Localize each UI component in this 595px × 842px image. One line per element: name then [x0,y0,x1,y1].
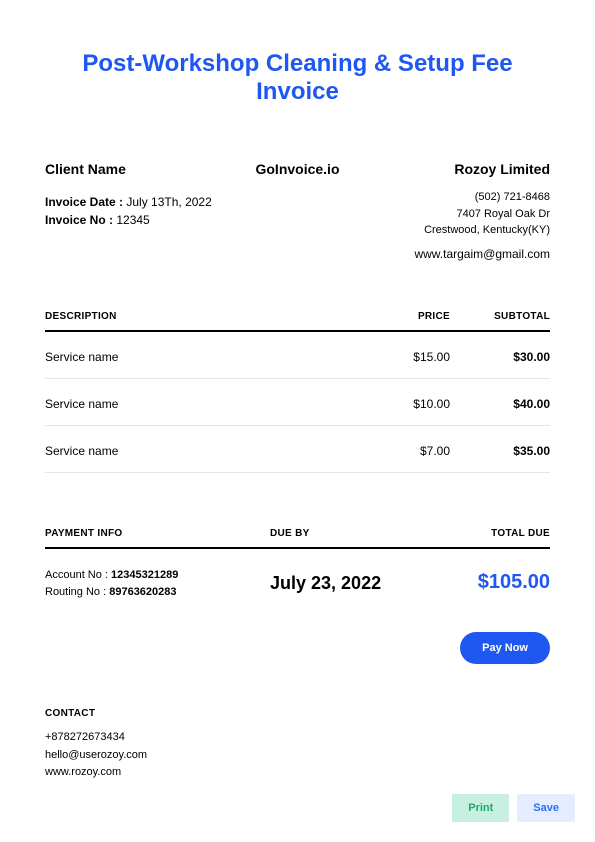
cell-desc: Service name [45,444,350,458]
routing-value: 89763620283 [109,586,176,598]
due-by-value: July 23, 2022 [270,567,430,594]
col-payment-info: PAYMENT INFO [45,528,270,539]
invoice-date-label: Invoice Date : [45,195,123,209]
table-row: Service name $7.00 $35.00 [45,426,550,473]
cell-price: $10.00 [350,397,450,411]
routing-label: Routing No : [45,586,106,598]
col-subtotal: SUBTOTAL [450,311,550,322]
print-button[interactable]: Print [452,794,509,822]
table-row: Service name $10.00 $40.00 [45,379,550,426]
col-description: DESCRIPTION [45,311,350,322]
invoice-no-value: 12345 [116,213,149,227]
payment-header: PAYMENT INFO DUE BY TOTAL DUE [45,528,550,549]
header-row: Client Name Invoice Date : July 13Th, 20… [45,161,550,261]
cell-subtotal: $40.00 [450,397,550,411]
cell-desc: Service name [45,350,350,364]
invoice-date-line: Invoice Date : July 13Th, 2022 [45,195,245,209]
invoice-no-label: Invoice No : [45,213,113,227]
contact-site: www.rozoy.com [45,764,147,782]
page-title: Post-Workshop Cleaning & Setup Fee Invoi… [45,50,550,106]
company-address-1: 7407 Royal Oak Dr [350,206,550,223]
client-name-label: Client Name [45,161,245,177]
cell-desc: Service name [45,397,350,411]
payment-body: Account No : 12345321289 Routing No : 89… [45,549,550,602]
cell-price: $7.00 [350,444,450,458]
contact-header: CONTACT [45,708,147,719]
routing-line: Routing No : 89763620283 [45,584,270,602]
total-due-value: $105.00 [430,567,550,594]
contact-phone: +878272673434 [45,729,147,747]
brand-name: GoInvoice.io [245,161,350,177]
contact-block: CONTACT +878272673434 hello@userozoy.com… [45,708,147,782]
company-site: www.targaim@gmail.com [350,247,550,261]
cell-subtotal: $35.00 [450,444,550,458]
invoice-no-line: Invoice No : 12345 [45,213,245,227]
pay-now-button[interactable]: Pay Now [460,632,550,664]
action-bar: Print Save [452,794,575,822]
col-total-due: TOTAL DUE [430,528,550,539]
cell-subtotal: $30.00 [450,350,550,364]
account-line: Account No : 12345321289 [45,567,270,585]
cell-price: $15.00 [350,350,450,364]
col-due-by: DUE BY [270,528,430,539]
account-value: 12345321289 [111,569,178,581]
invoice-date-value: July 13Th, 2022 [126,195,211,209]
table-header: DESCRIPTION PRICE SUBTOTAL [45,311,550,332]
company-name: Rozoy Limited [350,161,550,177]
company-phone: (502) 721-8468 [350,189,550,206]
table-row: Service name $15.00 $30.00 [45,332,550,379]
contact-email: hello@userozoy.com [45,747,147,765]
account-label: Account No : [45,569,108,581]
company-address-2: Crestwood, Kentucky(KY) [350,222,550,239]
save-button[interactable]: Save [517,794,575,822]
col-price: PRICE [350,311,450,322]
